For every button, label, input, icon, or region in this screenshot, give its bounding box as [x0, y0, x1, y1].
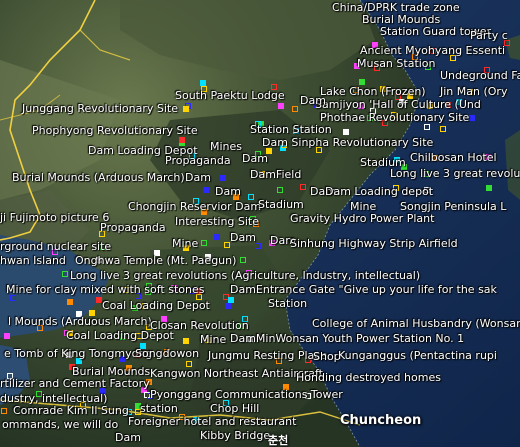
placemark-label[interactable]: Interesting Site: [175, 216, 259, 228]
placemark-label[interactable]: Gravity Hydro Power Plant: [290, 213, 434, 225]
placemark-label[interactable]: Shop: [313, 351, 341, 363]
placemark-label[interactable]: Station: [268, 298, 307, 310]
placemark-icon[interactable]: [292, 106, 298, 112]
placemark-label[interactable]: Dam: [230, 232, 256, 244]
placemark-label[interactable]: Mines: [210, 141, 242, 153]
city-name-chuncheon: Chuncheon: [340, 413, 422, 428]
placemark-label[interactable]: station: [140, 403, 178, 415]
placemark-label[interactable]: Junggang Revolutionary Site: [22, 103, 178, 115]
placemark-icon[interactable]: [67, 299, 73, 305]
placemark-label[interactable]: ji Fujimoto picture 6: [0, 212, 109, 224]
placemark-label[interactable]: Samjiyon 'Hall of Culture (Und: [315, 99, 481, 111]
placemark-icon[interactable]: [486, 185, 492, 191]
placemark-label[interactable]: Phophyong Revolutionary Site: [32, 125, 198, 137]
placemark-label[interactable]: DamMinWonsan Youth Power Station No. 1: [230, 333, 464, 345]
placemark-label[interactable]: Dam Loading depot: [325, 186, 433, 198]
placemark-label[interactable]: Dam: [115, 432, 141, 444]
city-label-chuncheon[interactable]: Chuncheon: [340, 413, 421, 428]
placemark-icon[interactable]: [201, 240, 207, 246]
placemark-label[interactable]: Jungmu Resting Place: [208, 350, 327, 362]
placemark-label[interactable]: Station Station: [250, 124, 332, 136]
placemark-icon[interactable]: [183, 106, 189, 112]
placemark-icon[interactable]: [1, 408, 7, 414]
placemark-label[interactable]: Songdowon: [135, 348, 199, 360]
placemark-label[interactable]: Coal Loading Depot: [66, 330, 174, 342]
placemark-label[interactable]: Musan Station: [357, 58, 436, 70]
placemark-icon[interactable]: [4, 333, 10, 339]
placemark-icon[interactable]: [424, 124, 430, 130]
placemark-label[interactable]: Chilbosan Hotel: [410, 152, 497, 164]
placemark-label[interactable]: Propaganda: [100, 222, 166, 234]
placemark-label[interactable]: DamField: [250, 169, 301, 181]
placemark-label[interactable]: Mine for clay mixed with soft stones: [6, 284, 204, 296]
placemark-label[interactable]: Ancient Myohyang Essenti: [360, 45, 505, 57]
placemark-label[interactable]: Comrade Kim Il Sung: [13, 405, 129, 417]
placemark-label[interactable]: Coal Loading Depot: [102, 300, 210, 312]
placemark-label[interactable]: e Tomb of King Tongmyong: [4, 348, 152, 360]
placemark-label[interactable]: Mine: [172, 238, 198, 250]
placemark-icon[interactable]: [220, 175, 226, 181]
placemark-label[interactable]: College of Animal Husbandry (Wonsar: [312, 318, 520, 330]
placemark-label[interactable]: Pyonggang Communications Tower: [150, 389, 343, 401]
placemark-label[interactable]: Mine: [200, 334, 226, 346]
placemark-icon[interactable]: [214, 234, 220, 240]
placemark-icon[interactable]: [300, 184, 306, 190]
placemark-icon[interactable]: [183, 338, 189, 344]
placemark-label[interactable]: Dam: [300, 95, 326, 107]
placemark-icon[interactable]: [469, 115, 475, 121]
placemark-label[interactable]: Chop Hill: [210, 403, 259, 415]
placemark-icon[interactable]: [62, 271, 68, 277]
placemark-label[interactable]: Phothae Revolutionary Site: [320, 112, 469, 124]
satellite-map[interactable]: China/DPRK trade zone Burial Mounds Statio…: [0, 0, 520, 447]
placemark-label[interactable]: Dam: [242, 153, 268, 165]
placemark-label[interactable]: Foreigner hotel and restaurant: [128, 416, 296, 428]
placemark-icon[interactable]: [228, 297, 234, 303]
placemark-label[interactable]: Stadium: [258, 199, 304, 211]
placemark-icon[interactable]: [277, 187, 283, 193]
placemark-icon[interactable]: [203, 187, 209, 193]
placemark-label[interactable]: Dam: [185, 172, 211, 184]
placemark-label[interactable]: Dam Sinpha Revolutionary Site: [262, 137, 433, 149]
placemark-label[interactable]: hwan Island: [0, 255, 66, 267]
placemark-label[interactable]: Long live 3 great revolutions (Agricultu…: [70, 270, 420, 282]
placemark-label[interactable]: DamEntrance Gate "Give up your life for …: [230, 284, 497, 296]
placemark-icon[interactable]: [278, 103, 284, 109]
placemark-icon[interactable]: [440, 126, 446, 132]
placemark-label[interactable]: Burial Mounds (Arduous March): [12, 172, 185, 184]
placemark-label[interactable]: Honding destroyed homes: [296, 372, 441, 384]
placemark-label[interactable]: Undeground Facil: [440, 70, 520, 82]
placemark-label[interactable]: Onghwa Temple (Mt. Paegun): [75, 255, 236, 267]
placemark-label[interactable]: Kibby Bridge: [200, 430, 270, 442]
placemark-icon[interactable]: [225, 303, 231, 309]
placemark-label[interactable]: ommands, we will do: [2, 419, 118, 431]
placemark-label[interactable]: Long live 3 great revolu: [390, 168, 520, 180]
placemark-icon[interactable]: [240, 257, 246, 263]
placemark-label[interactable]: Jin Man (Ory: [440, 86, 507, 98]
placemark-label[interactable]: l Mounds (Arduous March): [8, 316, 152, 328]
placemark-label[interactable]: rtilizer and Cement Factory: [0, 378, 150, 390]
placemark-icon[interactable]: [179, 137, 185, 143]
placemark-label[interactable]: Lake Chon (Frozen): [320, 86, 426, 98]
placemark-label[interactable]: Propaganda: [165, 155, 231, 167]
placemark-label[interactable]: Kunganggus (Pentactina rupi: [338, 350, 497, 362]
placemark-label[interactable]: Party c: [470, 30, 508, 42]
placemark-label[interactable]: Chongjin Reservior Dam: [128, 201, 261, 213]
placemark-label[interactable]: rground nuclear site: [0, 241, 111, 253]
placemark-label[interactable]: Dam: [215, 186, 241, 198]
placemark-icon[interactable]: [343, 129, 349, 135]
placemark-label[interactable]: Sinhung Highway Strip Airfield: [290, 238, 458, 250]
placemark-icon[interactable]: [200, 80, 206, 86]
city-label-chuncheon-local: 춘천: [268, 434, 289, 447]
placemark-label[interactable]: South Paektu Lodge: [175, 90, 285, 102]
